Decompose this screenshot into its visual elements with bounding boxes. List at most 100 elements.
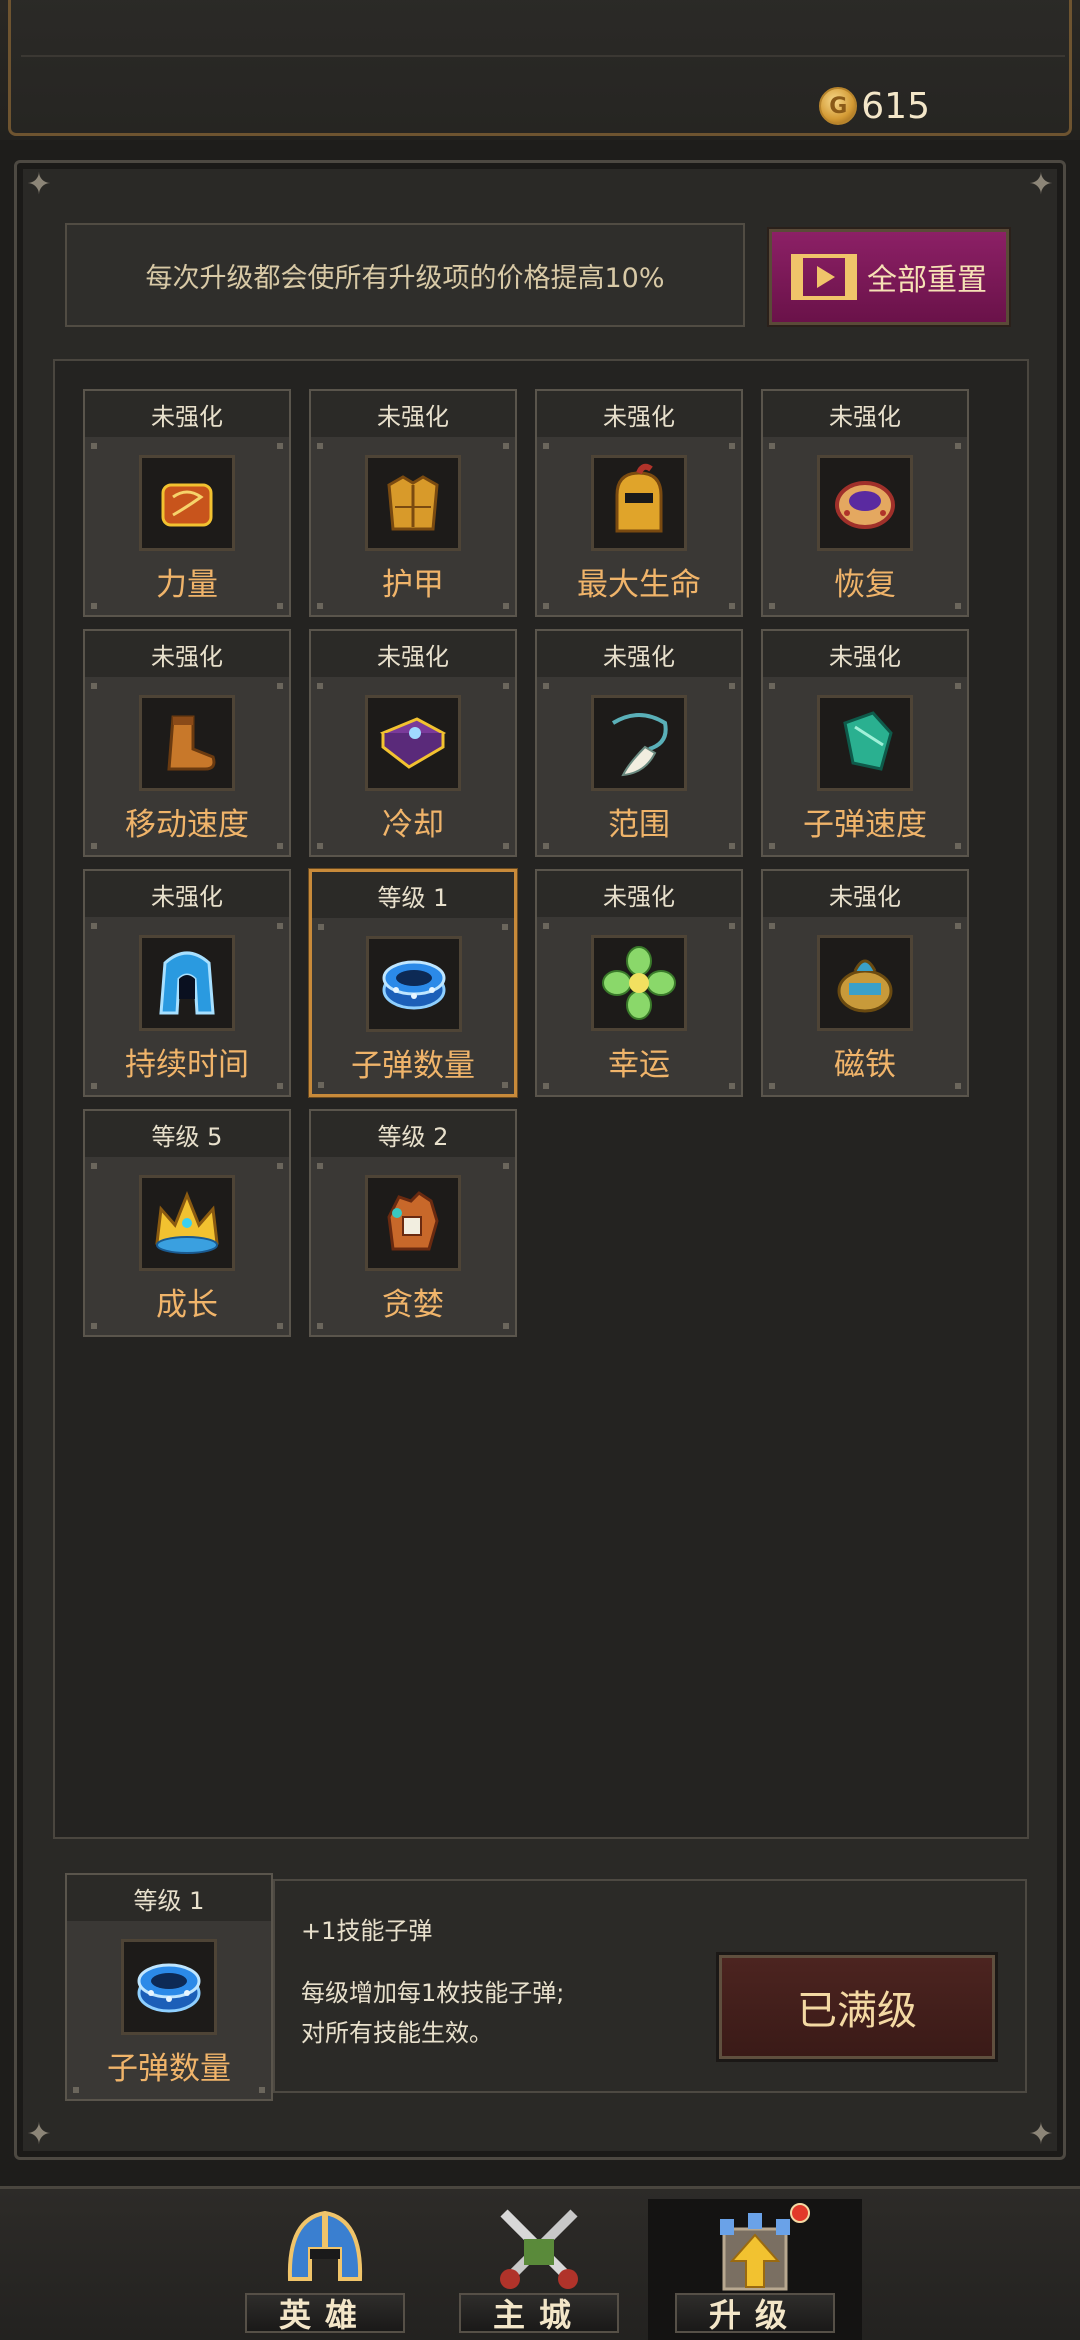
bottom-nav: 英雄 主城 升级	[0, 2186, 1080, 2340]
rivet	[91, 443, 97, 449]
upgrade-name: 恢复	[834, 566, 896, 603]
rivet	[91, 683, 97, 689]
notification-badge	[790, 2203, 810, 2223]
header-divider	[21, 55, 1065, 57]
rivet	[73, 2087, 79, 2093]
upgrade-status: 未强化	[763, 391, 967, 437]
tab-main-city[interactable]: 主城	[432, 2199, 646, 2340]
upgrade-card[interactable]: 未强化 磁铁	[761, 869, 969, 1097]
rivet	[502, 924, 508, 930]
rivet	[955, 1083, 961, 1089]
upgrade-name: 幸运	[608, 1046, 670, 1083]
rivet	[955, 603, 961, 609]
corner-ornament-icon: ✦	[1028, 167, 1054, 202]
upgrade-grid: 未强化 力量 未强化 护甲 未强化 最大生命 未强化 恢复 未强化 移动速度 未强化 冷却 未强化 范围未…	[53, 359, 1029, 1839]
rivet	[769, 603, 775, 609]
upgrade-card[interactable]: 未强化 力量	[83, 389, 291, 617]
crossed-swords-icon	[500, 2209, 578, 2289]
bracer-icon	[139, 455, 235, 551]
upgrade-status: 未强化	[85, 631, 289, 677]
rivet	[769, 843, 775, 849]
rivet	[91, 1163, 97, 1169]
upgrade-card[interactable]: 未强化 恢复	[761, 389, 969, 617]
rivet	[317, 683, 323, 689]
boots-icon	[139, 695, 235, 791]
hero-helmet-icon	[287, 2210, 363, 2281]
upgrade-status: 未强化	[311, 631, 515, 677]
tab-hero-label: 英雄	[245, 2293, 405, 2334]
rivet	[729, 683, 735, 689]
hood-icon	[139, 935, 235, 1031]
selected-upgrade-status: 等级 1	[67, 1875, 271, 1921]
rivet	[91, 1083, 97, 1089]
upgrade-card[interactable]: 未强化 冷却	[309, 629, 517, 857]
rivet	[503, 603, 509, 609]
rivet	[729, 603, 735, 609]
reset-all-label: 全部重置	[867, 263, 987, 298]
max-level-button[interactable]: 已满级	[716, 1952, 998, 2062]
rivet	[91, 843, 97, 849]
upgrade-description-line: 对所有技能生效。	[301, 2019, 493, 2047]
rivet	[543, 923, 549, 929]
rivet	[277, 1163, 283, 1169]
upgrade-status: 等级 1	[312, 872, 514, 918]
rivet	[955, 843, 961, 849]
upgrade-panel: ✦ ✦ ✦ ✦ 每次升级都会使所有升级项的价格提高10% 全部重置 未强化 力量未…	[14, 160, 1066, 2160]
blue-bracelet-icon	[121, 1939, 217, 2035]
upgrade-effect-title: +1技能子弹	[301, 1917, 433, 1945]
rivet	[729, 1083, 735, 1089]
upgrade-description-line: 每级增加每1枚技能子弹;	[301, 1979, 565, 2007]
upgrade-name: 子弹速度	[803, 806, 927, 843]
rivet	[91, 1323, 97, 1329]
tab-hero[interactable]: 英雄	[218, 2199, 432, 2340]
rivet	[543, 443, 549, 449]
upgrade-card[interactable]: 未强化 范围	[535, 629, 743, 857]
upgrade-name: 磁铁	[834, 1046, 896, 1083]
top-header: G 615	[0, 0, 1080, 140]
tab-main-city-label: 主城	[459, 2293, 619, 2334]
tab-upgrade-label: 升级	[675, 2293, 835, 2334]
corner-ornament-icon: ✦	[26, 2117, 52, 2152]
upgrade-card[interactable]: 未强化 最大生命	[535, 389, 743, 617]
upgrade-status: 等级 2	[311, 1111, 515, 1157]
rivet	[277, 1323, 283, 1329]
rivet	[318, 1082, 324, 1088]
rivet	[503, 1163, 509, 1169]
rivet	[769, 1083, 775, 1089]
corner-ornament-icon: ✦	[26, 167, 52, 202]
upgrade-card[interactable]: 未强化 子弹速度	[761, 629, 969, 857]
upgrade-card[interactable]: 未强化 幸运	[535, 869, 743, 1097]
rivet	[769, 443, 775, 449]
upgrade-status: 未强化	[85, 391, 289, 437]
armor-icon	[365, 455, 461, 551]
rivet	[955, 443, 961, 449]
rivet	[503, 1323, 509, 1329]
rivet	[729, 843, 735, 849]
upgrade-name: 移动速度	[125, 806, 249, 843]
rivet	[317, 603, 323, 609]
upgrade-card[interactable]: 等级 5 成长	[83, 1109, 291, 1337]
gold-coin-icon: G	[819, 87, 858, 125]
upgrade-card[interactable]: 未强化 持续时间	[83, 869, 291, 1097]
rivet	[277, 683, 283, 689]
helmet-icon	[591, 455, 687, 551]
upgrade-card[interactable]: 未强化 护甲	[309, 389, 517, 617]
magnet-urn-icon	[817, 935, 913, 1031]
upgrade-name: 贪婪	[382, 1286, 444, 1323]
upgrade-status: 未强化	[763, 631, 967, 677]
upgrade-status: 未强化	[537, 391, 741, 437]
rivet	[729, 923, 735, 929]
reset-all-button[interactable]: 全部重置	[767, 227, 1011, 327]
upgrade-card[interactable]: 等级 2 贪婪	[309, 1109, 517, 1337]
upgrade-card[interactable]: 未强化 移动速度	[83, 629, 291, 857]
upgrade-detail-box: +1技能子弹 每级增加每1枚技能子弹; 对所有技能生效。 已满级	[273, 1879, 1027, 2093]
tab-upgrade[interactable]: 升级	[648, 2199, 862, 2340]
rivet	[317, 1323, 323, 1329]
rivet	[91, 603, 97, 609]
rivet	[729, 443, 735, 449]
upgrade-name: 范围	[608, 806, 670, 843]
upgrade-card[interactable]: 等级 1 子弹数量	[309, 869, 517, 1097]
upgrade-name: 成长	[156, 1286, 218, 1323]
rivet	[503, 683, 509, 689]
rivet	[543, 603, 549, 609]
